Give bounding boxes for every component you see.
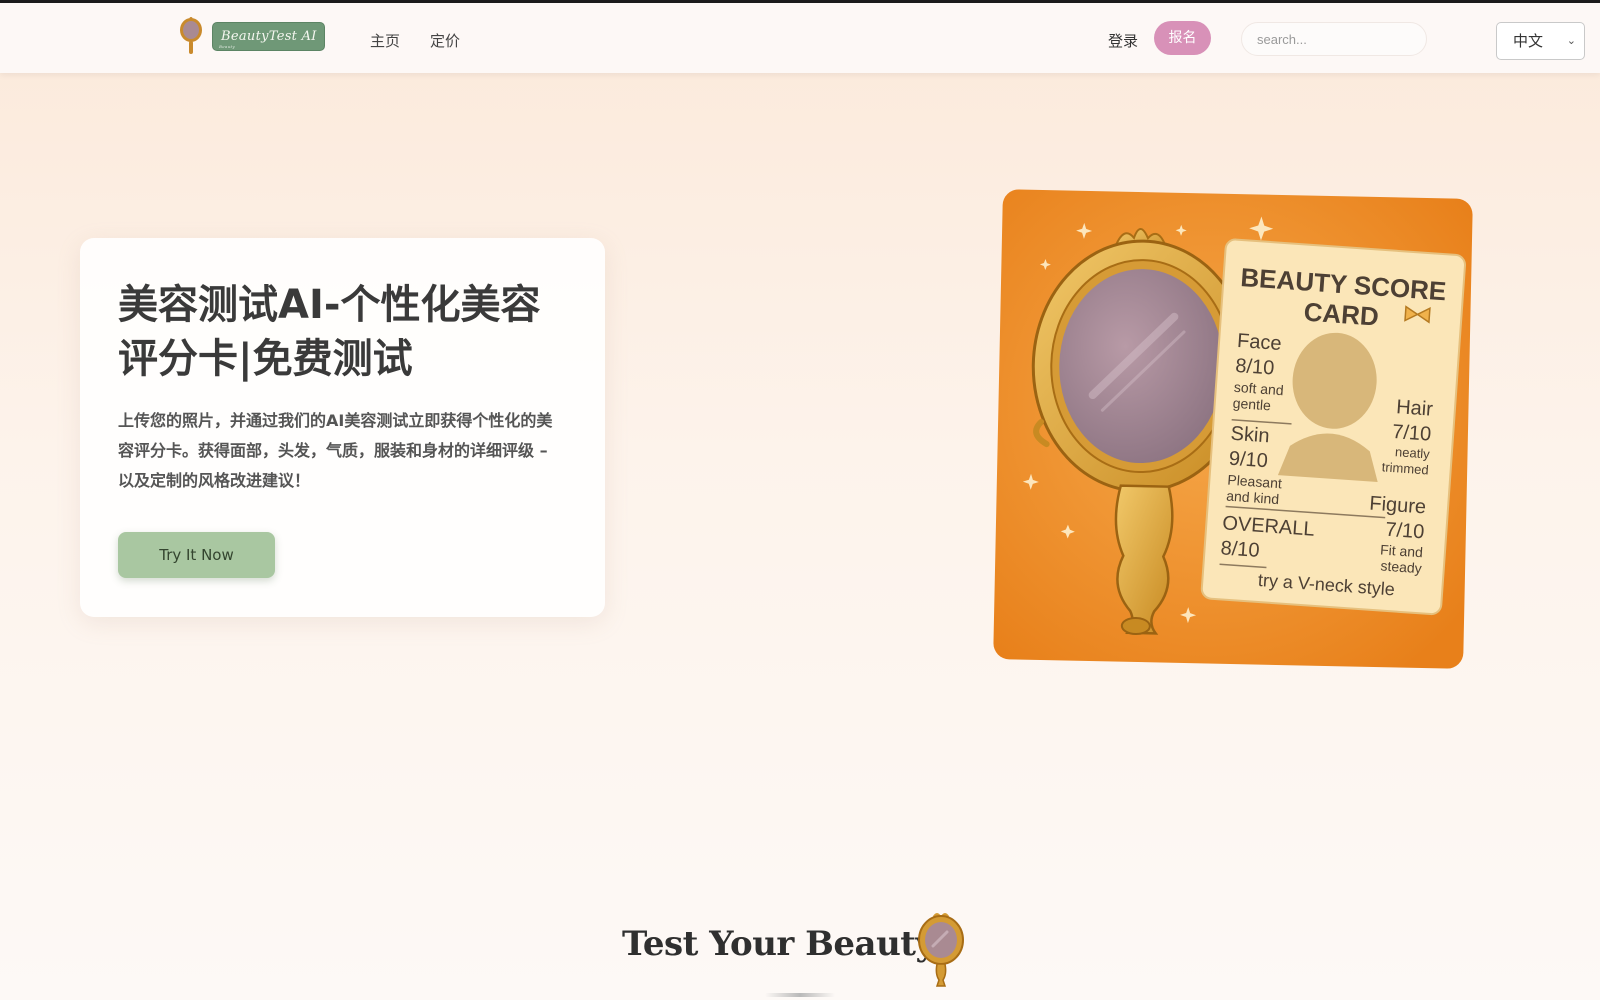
skin-label: Skin [1230,423,1270,448]
brand-logo-tagline: Beauty [219,44,235,49]
hero-card: 美容测试AI-个性化美容评分卡|免费测试 上传您的照片，并通过我们的AI美容测试… [80,238,605,617]
language-select-value: 中文 [1513,32,1544,50]
figure-label: Figure [1369,493,1427,519]
face-note-2: gentle [1232,395,1271,414]
language-select[interactable]: 中文 ⌄ [1496,22,1585,60]
mirror-icon [918,913,964,987]
hair-label: Hair [1395,396,1433,421]
nav-home-link[interactable]: 主页 [370,30,400,51]
hair-note-1: neatly [1395,444,1431,461]
hero-description: 上传您的照片，并通过我们的AI美容测试立即获得个性化的美容评分卡。获得面部，头发… [118,411,553,490]
section-title: Test Your Beauty [622,924,935,964]
brand-logo[interactable]: BeautyTest AI Beauty [212,22,325,51]
hair-score: 7/10 [1391,421,1431,446]
brand-logo-text: BeautyTest AI [221,29,317,44]
figure-note-2: steady [1380,557,1422,576]
hero-title: 美容测试AI-个性化美容评分卡|免费测试 [118,282,541,382]
nav-pricing-link[interactable]: 定价 [430,30,460,51]
search-input[interactable] [1241,22,1427,56]
face-score: 8/10 [1235,355,1275,380]
beauty-score-card-illustration: BEAUTY SCORE CARD Face 8/10 soft and gen… [993,189,1473,669]
figure-score: 7/10 [1385,519,1425,544]
face-label: Face [1236,330,1282,355]
mirror-logo-icon[interactable] [178,17,204,57]
signup-button[interactable]: 报名 [1154,21,1211,55]
chevron-down-icon: ⌄ [1566,34,1576,47]
section-underline [765,993,835,997]
overall-score: 8/10 [1220,537,1260,562]
skin-score: 9/10 [1228,448,1268,473]
login-link[interactable]: 登录 [1108,30,1138,51]
score-card-title-2: CARD [1303,297,1380,332]
try-it-now-button[interactable]: Try It Now [118,532,275,578]
top-navbar: BeautyTest AI Beauty 主页 定价 登录 报名 中文 ⌄ [0,3,1600,73]
